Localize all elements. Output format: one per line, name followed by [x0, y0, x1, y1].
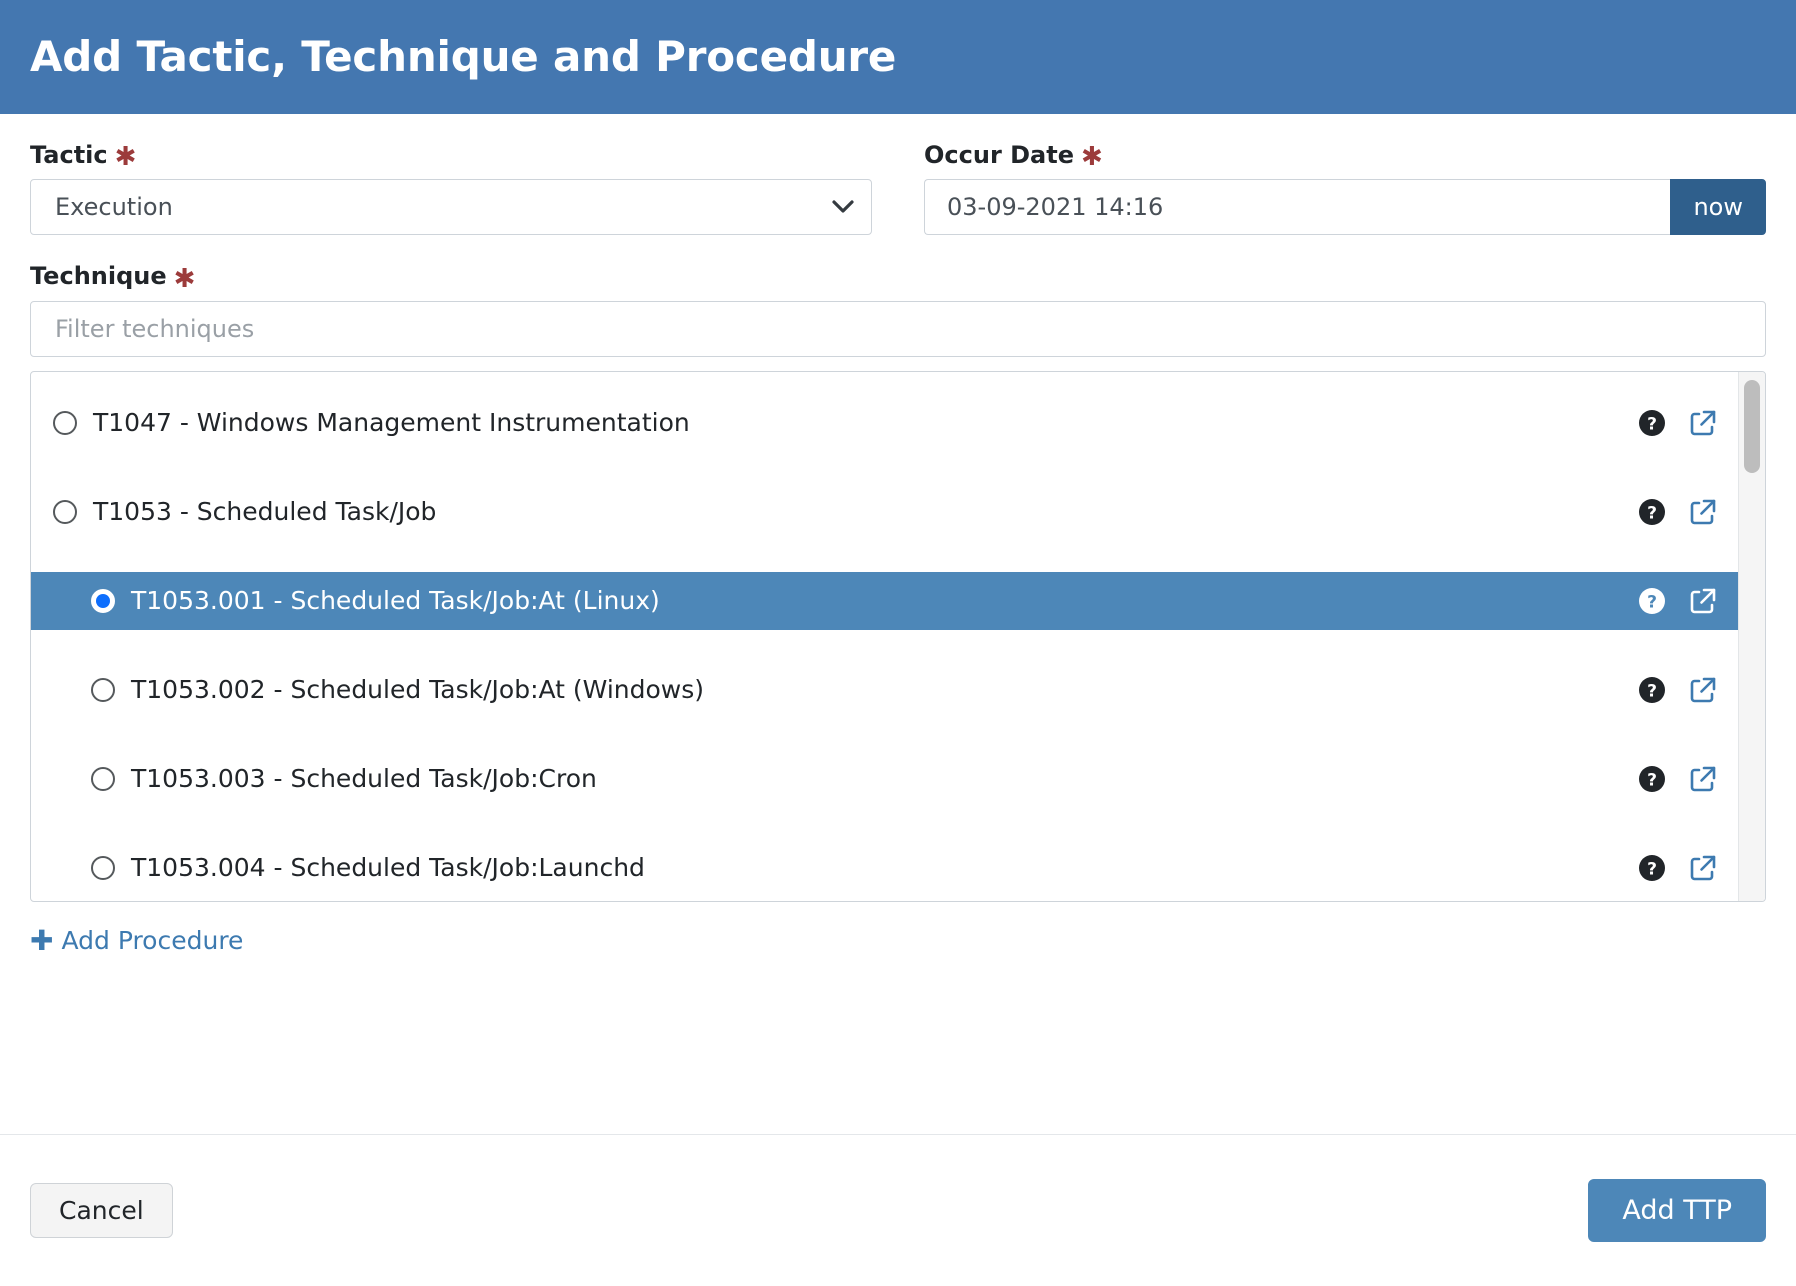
technique-list-item[interactable]: T1053.001 - Scheduled Task/Job:At (Linux… [31, 571, 1738, 630]
technique-list: T1047 - Windows Management Instrumentati… [30, 370, 1766, 902]
technique-list-rows[interactable]: T1047 - Windows Management Instrumentati… [31, 372, 1738, 901]
scrollbar-thumb[interactable] [1744, 379, 1760, 473]
help-circle-icon[interactable]: ? [1638, 854, 1666, 882]
technique-radio[interactable] [53, 410, 77, 435]
technique-item-actions: ? [1638, 586, 1724, 616]
help-circle-icon[interactable]: ? [1638, 498, 1666, 526]
svg-text:?: ? [1647, 770, 1657, 790]
technique-item-label: T1053.004 - Scheduled Task/Job:Launchd [131, 853, 645, 883]
technique-item-label: T1053 - Scheduled Task/Job [93, 497, 437, 527]
svg-text:?: ? [1647, 859, 1657, 879]
help-circle-icon[interactable]: ? [1638, 765, 1666, 793]
technique-item-main[interactable]: T1053 - Scheduled Task/Job [31, 498, 1638, 526]
technique-item-label: T1053.002 - Scheduled Task/Job:At (Windo… [131, 675, 705, 705]
tactic-label-text: Tactic [30, 141, 108, 169]
add-procedure-link[interactable]: ✚ Add Procedure [30, 926, 243, 955]
external-link-icon[interactable] [1688, 497, 1718, 527]
technique-item-main[interactable]: T1053.001 - Scheduled Task/Job:At (Linux… [31, 587, 1638, 615]
help-circle-icon[interactable]: ? [1638, 587, 1666, 615]
technique-item-actions: ? [1638, 497, 1724, 527]
technique-item-label: T1053.001 - Scheduled Task/Job:At (Linux… [131, 586, 660, 616]
page-title: Add Tactic, Technique and Procedure [30, 32, 897, 81]
external-link-icon[interactable] [1688, 408, 1718, 438]
tactic-select[interactable]: Execution [30, 179, 872, 236]
occur-date-input-group: now [924, 179, 1766, 236]
technique-radio[interactable] [91, 766, 115, 791]
add-ttp-button[interactable]: Add TTP [1588, 1179, 1766, 1242]
technique-item-main[interactable]: T1053.002 - Scheduled Task/Job:At (Windo… [31, 676, 1638, 704]
technique-item-label: T1053.003 - Scheduled Task/Job:Cron [131, 764, 597, 794]
plus-icon: ✚ [30, 924, 54, 958]
technique-list-item[interactable]: T1053.004 - Scheduled Task/Job:Launchd? [31, 839, 1738, 897]
required-asterisk-icon: ✱ [114, 142, 137, 173]
external-link-icon[interactable] [1688, 853, 1718, 883]
required-asterisk-icon: ✱ [1081, 142, 1103, 173]
modal-header: Add Tactic, Technique and Procedure [0, 0, 1796, 114]
technique-list-item[interactable]: T1047 - Windows Management Instrumentati… [31, 394, 1738, 452]
technique-list-item[interactable]: T1053.003 - Scheduled Task/Job:Cron? [31, 750, 1738, 808]
modal-body: Tactic ✱ Execution Occur Date ✱ 03-09-20… [0, 114, 1796, 955]
svg-text:?: ? [1647, 592, 1657, 612]
external-link-icon[interactable] [1688, 675, 1718, 705]
technique-item-actions: ? [1638, 675, 1724, 705]
technique-item-actions: ? [1638, 408, 1724, 438]
top-form-row: Tactic ✱ Execution Occur Date ✱ 03-09-20… [30, 141, 1766, 236]
technique-item-actions: ? [1638, 764, 1724, 794]
occur-date-input[interactable] [924, 179, 1671, 236]
tactic-select-wrap: Execution [30, 179, 872, 236]
modal-footer: Cancel Add TTP [0, 1134, 1796, 1286]
technique-radio[interactable] [91, 855, 115, 880]
external-link-icon[interactable] [1688, 586, 1718, 616]
occur-date-label: Occur Date ✱ [924, 141, 1766, 173]
technique-radio[interactable] [91, 677, 115, 702]
technique-field-group: Technique ✱ T1047 - Windows Management I… [30, 262, 1766, 955]
technique-label-text: Technique [30, 262, 167, 291]
technique-item-main[interactable]: T1053.003 - Scheduled Task/Job:Cron [31, 765, 1638, 793]
technique-filter-input[interactable] [30, 300, 1766, 357]
svg-text:?: ? [1647, 681, 1657, 701]
now-button[interactable]: now [1670, 179, 1766, 236]
required-asterisk-icon: ✱ [173, 263, 196, 294]
svg-text:?: ? [1647, 414, 1657, 434]
help-circle-icon[interactable]: ? [1638, 409, 1666, 437]
technique-list-item[interactable]: T1053 - Scheduled Task/Job? [31, 483, 1738, 541]
technique-list-scrollbar[interactable] [1738, 371, 1765, 901]
help-circle-icon[interactable]: ? [1638, 676, 1666, 704]
technique-radio[interactable] [91, 588, 115, 613]
tactic-label: Tactic ✱ [30, 141, 872, 173]
occur-date-label-text: Occur Date [924, 141, 1074, 169]
technique-item-actions: ? [1638, 853, 1724, 883]
occur-date-field-group: Occur Date ✱ now [924, 141, 1766, 236]
external-link-icon[interactable] [1688, 764, 1718, 794]
technique-radio[interactable] [53, 499, 77, 524]
technique-item-label: T1047 - Windows Management Instrumentati… [93, 408, 690, 438]
tactic-field-group: Tactic ✱ Execution [30, 141, 872, 236]
technique-label: Technique ✱ [30, 262, 1766, 294]
svg-text:?: ? [1647, 503, 1657, 523]
technique-list-item[interactable]: T1053.002 - Scheduled Task/Job:At (Windo… [31, 661, 1738, 719]
add-procedure-label: Add Procedure [61, 925, 244, 955]
technique-item-main[interactable]: T1053.004 - Scheduled Task/Job:Launchd [31, 854, 1638, 882]
technique-item-main[interactable]: T1047 - Windows Management Instrumentati… [31, 409, 1638, 437]
cancel-button[interactable]: Cancel [30, 1183, 173, 1238]
